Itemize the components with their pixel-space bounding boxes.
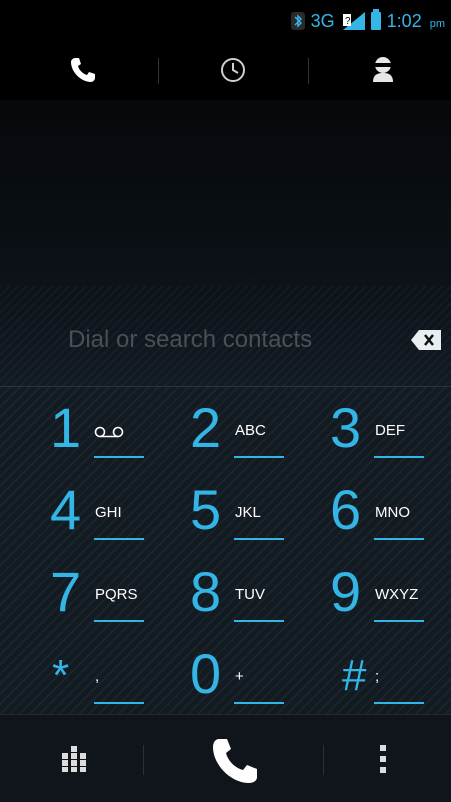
backspace-icon[interactable] <box>411 330 441 350</box>
person-icon <box>373 57 393 82</box>
key-7[interactable]: 7 PQRS <box>10 556 160 638</box>
key-digit: 2 <box>190 396 222 459</box>
key-hash[interactable]: # ; <box>290 638 440 720</box>
clock-icon <box>221 58 245 82</box>
key-underline <box>234 620 284 622</box>
key-letters: WXYZ <box>375 586 419 603</box>
key-2[interactable]: 2 ABC <box>150 392 300 474</box>
key-8[interactable]: 8 TUV <box>150 556 300 638</box>
key-digit: 4 <box>50 478 82 541</box>
svg-text:?: ? <box>345 16 351 27</box>
key-digit: 9 <box>330 560 362 623</box>
key-underline <box>374 702 424 704</box>
clock-ampm: pm <box>429 18 445 30</box>
key-underline <box>94 620 144 622</box>
network-type: 3G <box>310 10 335 31</box>
dial-search-row[interactable]: Dial or search contacts <box>0 320 451 366</box>
key-letters: MNO <box>375 504 410 521</box>
key-6[interactable]: 6 MNO <box>290 474 440 556</box>
overflow-menu-icon <box>380 744 386 773</box>
key-5[interactable]: 5 JKL <box>150 474 300 556</box>
key-digit: 6 <box>330 478 362 541</box>
key-underline <box>234 538 284 540</box>
key-underline <box>374 620 424 622</box>
key-letters: TUV <box>235 586 265 603</box>
key-0[interactable]: 0 + <box>150 638 300 720</box>
key-underline <box>94 456 144 458</box>
voicemail-icon <box>94 426 124 438</box>
key-underline <box>94 702 144 704</box>
key-9[interactable]: 9 WXYZ <box>290 556 440 638</box>
signal-icon: ? <box>342 12 365 30</box>
key-letters: ; <box>375 668 380 685</box>
key-underline <box>374 538 424 540</box>
status-icons: 3G ? 1:02 pm <box>290 9 445 32</box>
bottom-divider <box>143 745 144 775</box>
key-digit: * <box>52 651 70 700</box>
call-icon <box>213 738 257 783</box>
key-letters: ABC <box>235 422 266 439</box>
key-underline <box>234 702 284 704</box>
key-star[interactable]: * , <box>10 638 160 720</box>
key-4[interactable]: 4 GHI <box>10 474 160 556</box>
tab-bar <box>0 40 451 140</box>
key-3[interactable]: 3 DEF <box>290 392 440 474</box>
bottom-action-bar <box>0 714 451 802</box>
key-digit: 8 <box>190 560 222 623</box>
key-letters: GHI <box>95 504 122 521</box>
dialpad-top-border <box>0 386 451 387</box>
tab-recent[interactable] <box>158 40 308 100</box>
dial-search-placeholder[interactable]: Dial or search contacts <box>68 326 312 354</box>
key-letters: JKL <box>235 504 261 521</box>
battery-icon <box>370 9 381 30</box>
dialpad-toggle-button[interactable] <box>0 715 150 802</box>
key-underline <box>94 538 144 540</box>
key-digit: 3 <box>330 396 362 459</box>
overflow-menu-button[interactable] <box>308 715 451 802</box>
tab-contacts[interactable] <box>308 40 451 100</box>
key-digit: 0 <box>190 642 222 705</box>
call-button[interactable] <box>158 715 308 802</box>
key-digit: 1 <box>50 396 82 459</box>
phone-icon <box>71 58 95 82</box>
key-underline <box>234 456 284 458</box>
key-1[interactable]: 1 <box>10 392 160 474</box>
key-letters: PQRS <box>95 586 138 603</box>
key-digit: 5 <box>190 478 222 541</box>
key-letters: DEF <box>375 422 405 439</box>
key-letters: + <box>235 668 244 685</box>
key-digit: # <box>342 651 367 700</box>
bluetooth-icon <box>290 12 305 30</box>
key-digit: 7 <box>50 560 82 623</box>
tab-phone[interactable] <box>8 40 158 100</box>
key-underline <box>374 456 424 458</box>
key-letters: , <box>95 668 100 685</box>
clock-time: 1:02 <box>386 10 422 31</box>
status-bar: 3G ? 1:02 pm <box>0 0 451 40</box>
dialpad-icon <box>62 745 86 772</box>
